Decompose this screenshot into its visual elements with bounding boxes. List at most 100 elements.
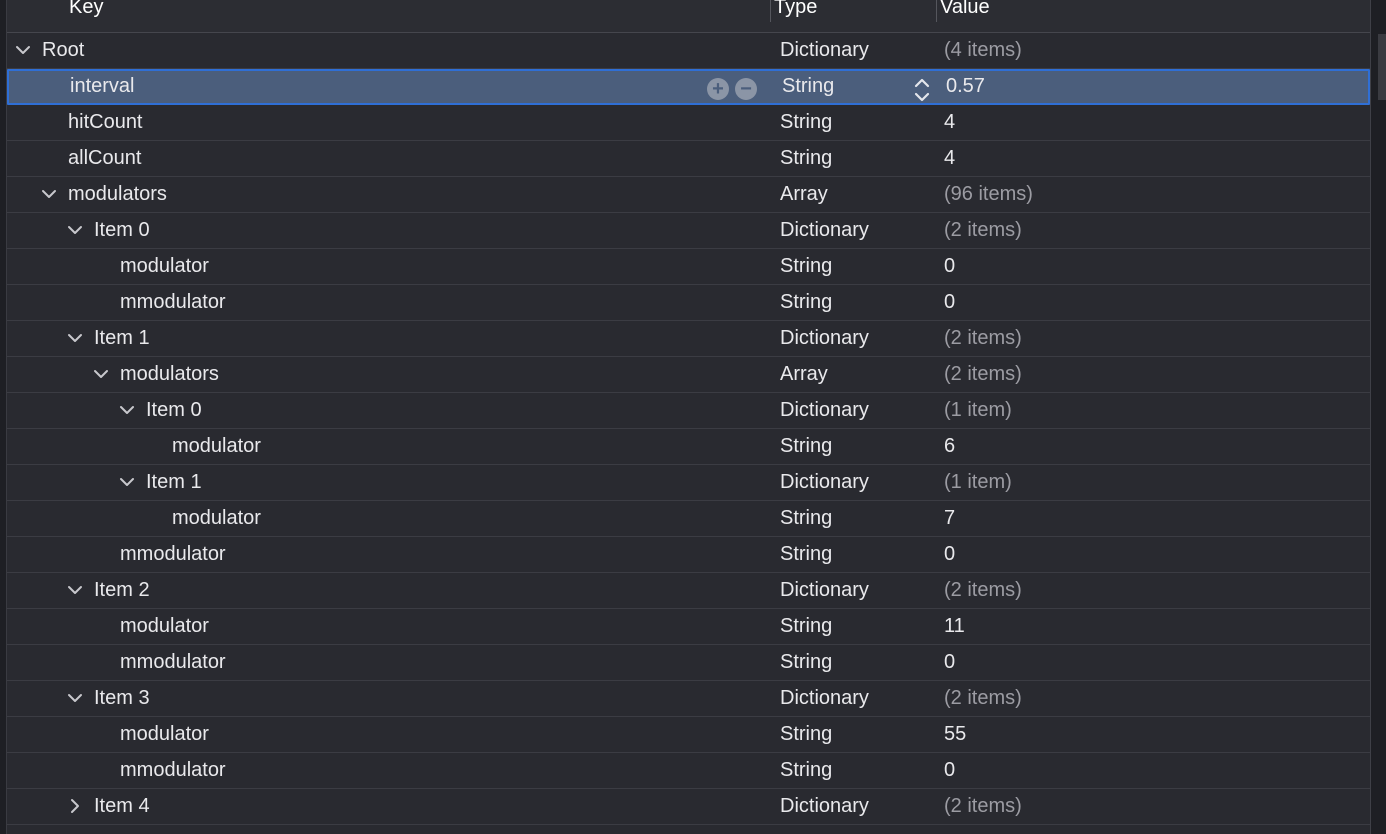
table-row[interactable]: Root Dictionary (4 items) — [7, 33, 1370, 69]
row-key[interactable]: modulator — [120, 717, 209, 752]
row-value[interactable]: 4 — [944, 141, 955, 176]
row-key[interactable]: Root — [42, 33, 84, 68]
table-row[interactable]: mmodulator String 0 — [7, 645, 1370, 681]
row-value[interactable]: 0 — [944, 249, 955, 284]
row-type[interactable]: String — [780, 105, 832, 140]
row-value[interactable]: 0.57 — [946, 69, 985, 104]
row-value: (2 items) — [944, 579, 1022, 601]
plus-circle-icon[interactable]: + — [707, 78, 729, 100]
row-value[interactable]: 6 — [944, 429, 955, 464]
table-row[interactable]: mmodulator String 0 — [7, 537, 1370, 573]
chevron-down-icon[interactable] — [119, 402, 135, 418]
table-row[interactable]: modulator String 6 — [7, 429, 1370, 465]
row-type[interactable]: String — [780, 249, 832, 284]
row-type[interactable]: String — [780, 429, 832, 464]
row-value[interactable]: 4 — [944, 105, 955, 140]
row-type[interactable]: Dictionary — [780, 213, 869, 248]
column-divider[interactable] — [770, 0, 771, 22]
row-type[interactable]: Array — [780, 177, 828, 212]
row-key[interactable]: modulator — [172, 501, 261, 536]
table-row[interactable]: Item 1 Dictionary (2 items) — [7, 321, 1370, 357]
column-divider[interactable] — [936, 0, 937, 22]
table-row[interactable]: modulator String 55 — [7, 717, 1370, 753]
chevron-down-icon[interactable] — [119, 474, 135, 490]
row-key[interactable]: allCount — [68, 141, 141, 176]
row-key[interactable]: interval — [70, 69, 134, 104]
row-type[interactable]: Dictionary — [780, 789, 869, 824]
row-type[interactable]: String — [780, 141, 832, 176]
table-row[interactable]: Item 2 Dictionary (2 items) — [7, 573, 1370, 609]
row-type[interactable]: String — [780, 645, 832, 680]
table-row[interactable]: mmodulator String 0 — [7, 285, 1370, 321]
value-column-header[interactable]: Value — [940, 0, 990, 21]
chevron-down-icon[interactable] — [93, 366, 109, 382]
row-type[interactable]: Dictionary — [780, 573, 869, 608]
row-type[interactable]: String — [782, 69, 834, 104]
chevron-down-icon[interactable] — [67, 330, 83, 346]
table-row[interactable]: Item 4 Dictionary (2 items) — [7, 789, 1370, 825]
row-key[interactable]: Item 4 — [94, 789, 150, 824]
row-type[interactable]: Array — [780, 357, 828, 392]
vertical-scrollbar-track[interactable] — [1370, 0, 1386, 834]
row-type[interactable]: Dictionary — [780, 393, 869, 428]
row-key[interactable]: hitCount — [68, 105, 143, 140]
table-row[interactable]: allCount String 4 — [7, 141, 1370, 177]
table-row[interactable]: Item 0 Dictionary (1 item) — [7, 393, 1370, 429]
row-key[interactable]: Item 1 — [94, 321, 150, 356]
table-row[interactable]: Item 0 Dictionary (2 items) — [7, 213, 1370, 249]
row-key[interactable]: modulator — [120, 609, 209, 644]
row-value[interactable]: 0 — [944, 645, 955, 680]
table-row[interactable]: hitCount String 4 — [7, 105, 1370, 141]
row-type[interactable]: String — [780, 753, 832, 788]
row-value: (4 items) — [944, 39, 1022, 61]
row-type[interactable]: Dictionary — [780, 681, 869, 716]
row-value[interactable]: 0 — [944, 753, 955, 788]
up-down-chevron-icon[interactable] — [911, 76, 933, 104]
table-row[interactable]: modulators Array (2 items) — [7, 357, 1370, 393]
table-row[interactable]: modulators Array (96 items) — [7, 177, 1370, 213]
row-key[interactable]: Item 0 — [94, 213, 150, 248]
table-row[interactable]: modulator String 7 — [7, 501, 1370, 537]
table-row[interactable]: modulator String 0 — [7, 249, 1370, 285]
table-row[interactable]: Item 1 Dictionary (1 item) — [7, 465, 1370, 501]
row-key[interactable]: modulator — [120, 249, 209, 284]
row-type[interactable]: Dictionary — [780, 465, 869, 500]
row-key[interactable]: mmodulator — [120, 753, 226, 788]
chevron-down-icon[interactable] — [41, 186, 57, 202]
row-type[interactable]: String — [780, 501, 832, 536]
row-key[interactable]: modulator — [172, 429, 261, 464]
table-row-selected[interactable]: interval + − String 0.57 — [7, 69, 1370, 105]
chevron-down-icon[interactable] — [15, 42, 31, 58]
row-key[interactable]: Item 3 — [94, 681, 150, 716]
minus-circle-icon[interactable]: − — [735, 78, 757, 100]
type-column-header[interactable]: Type — [774, 0, 817, 21]
row-type[interactable]: Dictionary — [780, 321, 869, 356]
chevron-right-icon[interactable] — [67, 798, 83, 814]
row-type[interactable]: String — [780, 717, 832, 752]
table-row[interactable]: Item 3 Dictionary (2 items) — [7, 681, 1370, 717]
row-value[interactable]: 11 — [944, 609, 965, 644]
row-type[interactable]: String — [780, 537, 832, 572]
scrollbar-thumb[interactable] — [1378, 34, 1386, 100]
chevron-down-icon[interactable] — [67, 582, 83, 598]
row-type[interactable]: String — [780, 285, 832, 320]
chevron-down-icon[interactable] — [67, 690, 83, 706]
row-key[interactable]: Item 2 — [94, 573, 150, 608]
key-column-header[interactable]: Key — [69, 0, 103, 21]
row-value[interactable]: 0 — [944, 537, 955, 572]
row-key[interactable]: modulators — [120, 357, 219, 392]
row-value[interactable]: 7 — [944, 501, 955, 536]
row-key[interactable]: Item 0 — [146, 393, 202, 428]
row-type[interactable]: String — [780, 609, 832, 644]
table-row[interactable]: modulator String 11 — [7, 609, 1370, 645]
row-key[interactable]: modulators — [68, 177, 167, 212]
chevron-down-icon[interactable] — [67, 222, 83, 238]
row-key[interactable]: mmodulator — [120, 285, 226, 320]
row-key[interactable]: Item 1 — [146, 465, 202, 500]
row-value[interactable]: 55 — [944, 717, 966, 752]
row-value[interactable]: 0 — [944, 285, 955, 320]
row-key[interactable]: mmodulator — [120, 645, 226, 680]
table-row[interactable]: mmodulator String 0 — [7, 753, 1370, 789]
row-key[interactable]: mmodulator — [120, 537, 226, 572]
row-type[interactable]: Dictionary — [780, 33, 869, 68]
